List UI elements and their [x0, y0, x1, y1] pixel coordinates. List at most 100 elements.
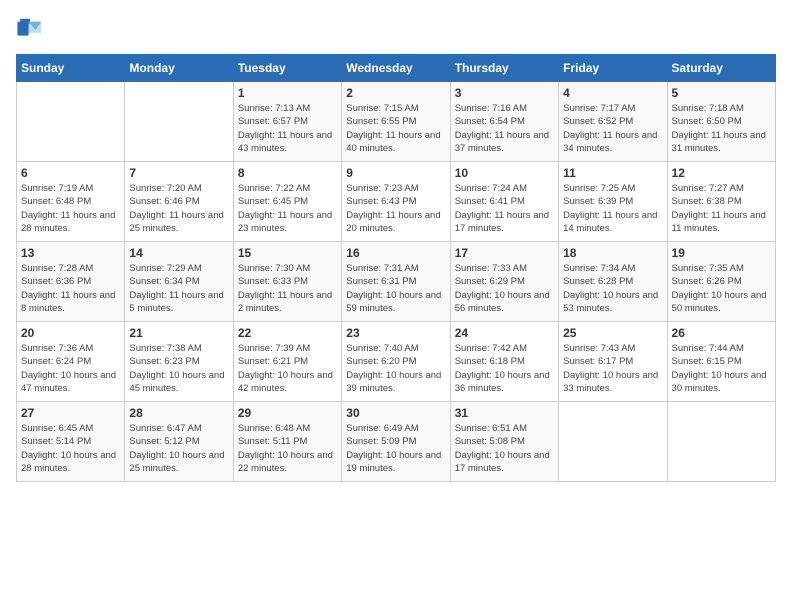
cell-content: Sunrise: 7:25 AM Sunset: 6:39 PM Dayligh… [563, 182, 662, 235]
cell-content: Sunrise: 7:13 AM Sunset: 6:57 PM Dayligh… [238, 102, 337, 155]
calendar-cell: 9Sunrise: 7:23 AM Sunset: 6:43 PM Daylig… [342, 162, 450, 242]
day-number: 17 [455, 246, 554, 260]
calendar-cell: 24 Sunrise: 7:42 AM Sunset: 6:18 PM Dayli… [450, 322, 558, 402]
calendar-week-0: 1 Sunrise: 7:13 AM Sunset: 6:57 PM Daylig… [17, 82, 776, 162]
calendar-cell: 29 Sunrise: 6:48 AM Sunset: 5:11 PM Dayli… [233, 402, 341, 482]
calendar-cell: 26Sunrise: 7:44 AM Sunset: 6:15 PM Dayli… [667, 322, 775, 402]
day-number: 13 [21, 246, 120, 260]
day-header-thursday: Thursday [450, 55, 558, 82]
cell-content: Sunrise: 7:20 AM Sunset: 6:46 PM Dayligh… [129, 182, 228, 235]
cell-content: Sunrise: 7:19 AM Sunset: 6:48 PM Dayligh… [21, 182, 120, 235]
calendar-cell: 8 Sunrise: 7:22 AM Sunset: 6:45 PM Daylig… [233, 162, 341, 242]
cell-content: Sunrise: 7:18 AM Sunset: 6:50 PM Dayligh… [672, 102, 771, 155]
cell-content: Sunrise: 7:39 AM Sunset: 6:21 PM Dayligh… [238, 342, 337, 395]
day-number: 31 [455, 406, 554, 420]
day-number: 30 [346, 406, 445, 420]
calendar-week-2: 13 Sunrise: 7:28 AM Sunset: 6:36 PM Dayli… [17, 242, 776, 322]
calendar-cell: 4Sunrise: 7:17 AM Sunset: 6:52 PM Daylig… [559, 82, 667, 162]
day-number: 15 [238, 246, 337, 260]
cell-content: Sunrise: 7:22 AM Sunset: 6:45 PM Dayligh… [238, 182, 337, 235]
cell-content: Sunrise: 6:49 AM Sunset: 5:09 PM Dayligh… [346, 422, 445, 475]
calendar-cell: 7 Sunrise: 7:20 AM Sunset: 6:46 PM Daylig… [125, 162, 233, 242]
cell-content: Sunrise: 7:42 AM Sunset: 6:18 PM Dayligh… [455, 342, 554, 395]
day-number: 5 [672, 86, 771, 100]
calendar-cell: 28 Sunrise: 6:47 AM Sunset: 5:12 PM Dayli… [125, 402, 233, 482]
day-number: 14 [129, 246, 228, 260]
day-number: 26 [672, 326, 771, 340]
calendar-cell [559, 402, 667, 482]
cell-content: Sunrise: 7:30 AM Sunset: 6:33 PM Dayligh… [238, 262, 337, 315]
cell-content: Sunrise: 7:35 AM Sunset: 6:26 PM Dayligh… [672, 262, 771, 315]
calendar-cell: 27 Sunrise: 6:45 AM Sunset: 5:14 PM Dayli… [17, 402, 125, 482]
calendar-cell: 20 Sunrise: 7:36 AM Sunset: 6:24 PM Dayli… [17, 322, 125, 402]
cell-content: Sunrise: 7:15 AM Sunset: 6:55 PM Dayligh… [346, 102, 445, 155]
day-number: 18 [563, 246, 662, 260]
calendar-cell: 12Sunrise: 7:27 AM Sunset: 6:38 PM Dayli… [667, 162, 775, 242]
calendar-table: SundayMondayTuesdayWednesdayThursdayFrid… [16, 54, 776, 482]
day-number: 3 [455, 86, 554, 100]
day-number: 27 [21, 406, 120, 420]
calendar-header-row: SundayMondayTuesdayWednesdayThursdayFrid… [17, 55, 776, 82]
day-number: 8 [238, 166, 337, 180]
day-header-monday: Monday [125, 55, 233, 82]
calendar-cell: 21 Sunrise: 7:38 AM Sunset: 6:23 PM Dayli… [125, 322, 233, 402]
day-number: 16 [346, 246, 445, 260]
cell-content: Sunrise: 6:47 AM Sunset: 5:12 PM Dayligh… [129, 422, 228, 475]
day-number: 21 [129, 326, 228, 340]
day-number: 29 [238, 406, 337, 420]
cell-content: Sunrise: 7:34 AM Sunset: 6:28 PM Dayligh… [563, 262, 662, 315]
cell-content: Sunrise: 7:33 AM Sunset: 6:29 PM Dayligh… [455, 262, 554, 315]
calendar-cell: 2Sunrise: 7:15 AM Sunset: 6:55 PM Daylig… [342, 82, 450, 162]
cell-content: Sunrise: 7:29 AM Sunset: 6:34 PM Dayligh… [129, 262, 228, 315]
calendar-cell: 6 Sunrise: 7:19 AM Sunset: 6:48 PM Daylig… [17, 162, 125, 242]
cell-content: Sunrise: 6:45 AM Sunset: 5:14 PM Dayligh… [21, 422, 120, 475]
calendar-cell [667, 402, 775, 482]
calendar-cell: 31 Sunrise: 6:51 AM Sunset: 5:08 PM Dayli… [450, 402, 558, 482]
day-number: 25 [563, 326, 662, 340]
cell-content: Sunrise: 7:38 AM Sunset: 6:23 PM Dayligh… [129, 342, 228, 395]
calendar-cell: 22 Sunrise: 7:39 AM Sunset: 6:21 PM Dayli… [233, 322, 341, 402]
day-header-tuesday: Tuesday [233, 55, 341, 82]
cell-content: Sunrise: 7:23 AM Sunset: 6:43 PM Dayligh… [346, 182, 445, 235]
day-header-wednesday: Wednesday [342, 55, 450, 82]
calendar-cell: 19Sunrise: 7:35 AM Sunset: 6:26 PM Dayli… [667, 242, 775, 322]
calendar-cell [125, 82, 233, 162]
calendar-week-4: 27 Sunrise: 6:45 AM Sunset: 5:14 PM Dayli… [17, 402, 776, 482]
day-number: 6 [21, 166, 120, 180]
cell-content: Sunrise: 6:51 AM Sunset: 5:08 PM Dayligh… [455, 422, 554, 475]
calendar-cell: 16 Sunrise: 7:31 AM Sunset: 6:31 PM Dayli… [342, 242, 450, 322]
cell-content: Sunrise: 7:24 AM Sunset: 6:41 PM Dayligh… [455, 182, 554, 235]
calendar-cell: 30 Sunrise: 6:49 AM Sunset: 5:09 PM Dayli… [342, 402, 450, 482]
cell-content: Sunrise: 7:43 AM Sunset: 6:17 PM Dayligh… [563, 342, 662, 395]
calendar-cell: 5 Sunrise: 7:18 AM Sunset: 6:50 PM Daylig… [667, 82, 775, 162]
cell-content: Sunrise: 7:31 AM Sunset: 6:31 PM Dayligh… [346, 262, 445, 315]
calendar-week-3: 20 Sunrise: 7:36 AM Sunset: 6:24 PM Dayli… [17, 322, 776, 402]
logo-icon [16, 16, 44, 44]
day-header-sunday: Sunday [17, 55, 125, 82]
day-header-saturday: Saturday [667, 55, 775, 82]
calendar-cell: 14 Sunrise: 7:29 AM Sunset: 6:34 PM Dayli… [125, 242, 233, 322]
page-header [16, 16, 776, 44]
day-number: 10 [455, 166, 554, 180]
calendar-cell: 17 Sunrise: 7:33 AM Sunset: 6:29 PM Dayli… [450, 242, 558, 322]
logo [16, 16, 48, 44]
day-number: 1 [238, 86, 337, 100]
cell-content: Sunrise: 6:48 AM Sunset: 5:11 PM Dayligh… [238, 422, 337, 475]
day-number: 28 [129, 406, 228, 420]
calendar-cell: 13 Sunrise: 7:28 AM Sunset: 6:36 PM Dayli… [17, 242, 125, 322]
calendar-week-1: 6 Sunrise: 7:19 AM Sunset: 6:48 PM Daylig… [17, 162, 776, 242]
day-number: 22 [238, 326, 337, 340]
calendar-cell: 3Sunrise: 7:16 AM Sunset: 6:54 PM Daylig… [450, 82, 558, 162]
day-header-friday: Friday [559, 55, 667, 82]
cell-content: Sunrise: 7:28 AM Sunset: 6:36 PM Dayligh… [21, 262, 120, 315]
day-number: 12 [672, 166, 771, 180]
day-number: 24 [455, 326, 554, 340]
calendar-cell: 15 Sunrise: 7:30 AM Sunset: 6:33 PM Dayli… [233, 242, 341, 322]
day-number: 20 [21, 326, 120, 340]
day-number: 7 [129, 166, 228, 180]
cell-content: Sunrise: 7:40 AM Sunset: 6:20 PM Dayligh… [346, 342, 445, 395]
cell-content: Sunrise: 7:36 AM Sunset: 6:24 PM Dayligh… [21, 342, 120, 395]
calendar-cell [17, 82, 125, 162]
day-number: 23 [346, 326, 445, 340]
cell-content: Sunrise: 7:17 AM Sunset: 6:52 PM Dayligh… [563, 102, 662, 155]
